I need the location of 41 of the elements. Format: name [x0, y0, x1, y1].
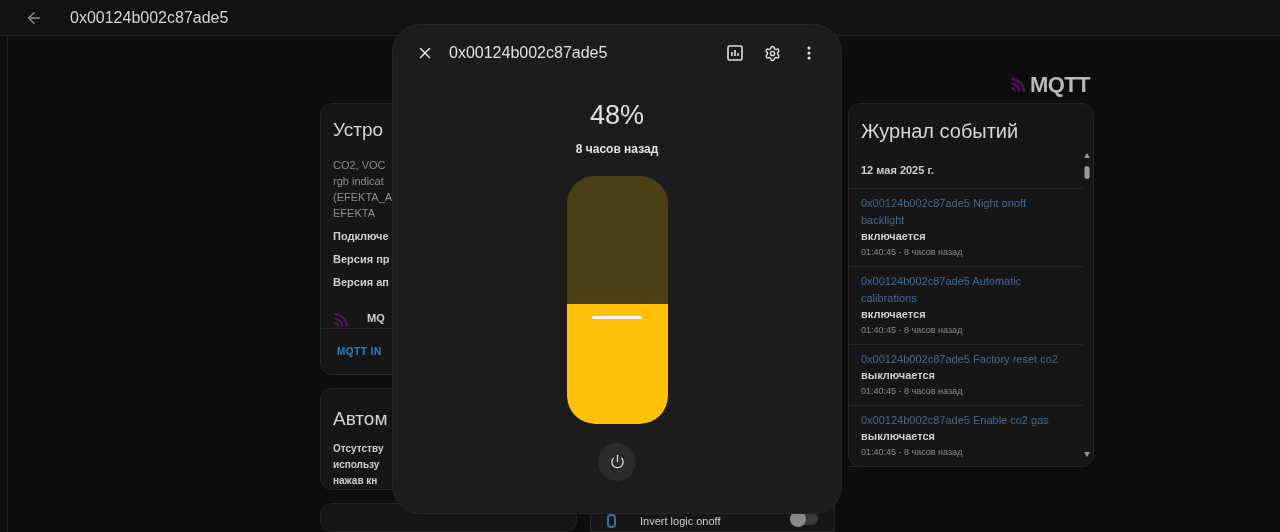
device-info: Версия пр	[333, 251, 391, 267]
device-info: Версия ап	[333, 274, 390, 290]
integration-name: MQ	[367, 311, 385, 327]
page-title: 0x00124b002c87ade5	[70, 7, 229, 28]
value-reading: 48%	[589, 99, 644, 132]
automation-text: использу	[333, 458, 381, 472]
settings-icon	[763, 44, 781, 62]
device-description: CO2, VOC	[333, 157, 387, 173]
log-entry-time: 01:40:45 - 8 часов назад	[861, 245, 964, 259]
mqtt-info-button[interactable]: MQTT IN	[337, 343, 382, 359]
log-entry-link[interactable]: 0x00124b002c87ade5 Night onoff backlight	[861, 194, 1071, 229]
mqtt-logo: MQTT	[1029, 70, 1090, 99]
automation-text: нажав кн	[333, 474, 379, 488]
log-date: 12 мая 2025 г.	[849, 146, 1083, 189]
card-title: Устро	[333, 118, 385, 142]
device-description: EFEKTA	[333, 205, 376, 221]
device-description: (EFEKTA_A	[333, 189, 394, 205]
card-title: Журнал событий	[860, 119, 1020, 144]
power-button[interactable]	[598, 442, 636, 481]
more-icon	[807, 46, 811, 60]
log-entry-state: выключается	[861, 428, 936, 444]
log-entry-state: включается	[861, 306, 927, 322]
device-info: Подключе	[333, 228, 390, 244]
power-icon	[609, 454, 625, 469]
slider-handle	[591, 316, 642, 320]
last-updated: 8 часов назад	[575, 140, 659, 158]
log-entry-time: 01:40:45 - 8 часов назад	[861, 445, 964, 459]
log-entry-time: 01:40:45 - 8 часов назад	[861, 323, 964, 337]
dialog-title: 0x00124b002c87ade5	[449, 43, 608, 63]
log-entry-link[interactable]: 0x00124b002c87ade5 Factory reset co2	[861, 350, 1071, 368]
log-entry-state: выключается	[861, 367, 936, 383]
brightness-slider[interactable]	[566, 175, 668, 424]
automation-text: Отсутству	[333, 442, 385, 456]
log-entry-state: включается	[861, 228, 927, 244]
entity-name: Invert logic onoff	[640, 514, 721, 529]
log-entry-link[interactable]: 0x00124b002c87ade5 Automatic calibrations	[861, 272, 1071, 307]
mqtt-logo-icon	[1009, 75, 1028, 93]
device-description: rgb indicat	[333, 173, 385, 189]
log-entry-link[interactable]: 0x00124b002c87ade5 Enable co2 gas	[861, 411, 1071, 429]
log-entry-time: 01:40:45 - 8 часов назад	[861, 384, 964, 398]
card-title: Автом	[333, 406, 389, 431]
